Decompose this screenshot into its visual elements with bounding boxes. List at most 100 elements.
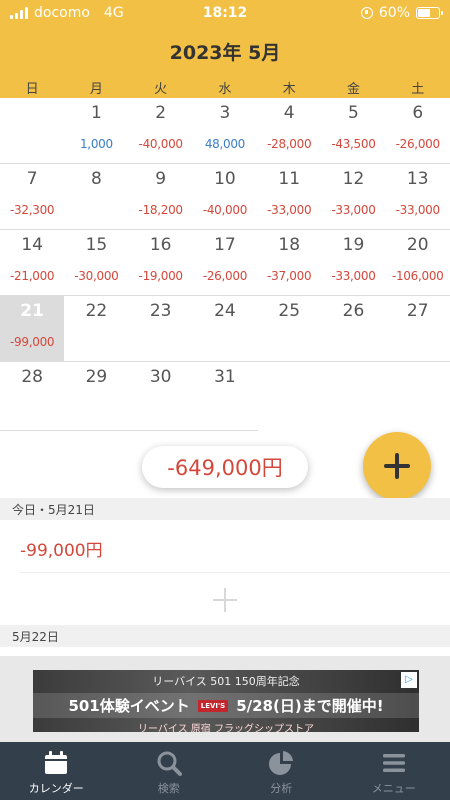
day-amount: -19,000	[138, 269, 184, 283]
tab-label: カレンダー	[28, 782, 84, 795]
battery-icon	[416, 7, 443, 19]
day-number: 23	[149, 301, 172, 321]
day-number: 28	[21, 367, 43, 387]
day-cell[interactable]: 28	[0, 362, 64, 428]
week-row: 1 1,000 2 -40,000 3 48,000 4 -28,000 5 -43,500 6 -2…	[0, 98, 450, 164]
day-cell[interactable]: 26	[321, 296, 385, 361]
day-number: 1	[90, 103, 102, 123]
day-number: 21	[20, 301, 44, 321]
day-number: 13	[406, 169, 429, 189]
next-day-heading: 5月22日	[0, 625, 450, 647]
tab-label: 分析	[270, 782, 293, 795]
day-cell[interactable]: 5 -43,500	[321, 98, 385, 163]
day-amount: -33,000	[331, 203, 376, 217]
day-amount: -33,000	[331, 269, 376, 283]
day-cell[interactable]: 17 -26,000	[193, 230, 257, 295]
ad-banner[interactable]: リーバイス 501 150周年記念 501体験イベント LEVI'S 5/28(…	[33, 670, 419, 732]
day-cell[interactable]: 19 -33,000	[321, 230, 385, 295]
plus-icon	[384, 453, 410, 479]
weekday-label: 火	[154, 81, 168, 97]
day-cell[interactable]: 15 -30,000	[64, 230, 128, 295]
day-amount: -37,000	[267, 269, 312, 283]
day-number: 5	[348, 103, 359, 123]
day-cell[interactable]: 6 -26,000	[386, 98, 450, 163]
day-cell[interactable]: 21 -99,000	[0, 296, 65, 361]
day-number: 27	[406, 301, 429, 321]
day-cell[interactable]: 24	[193, 296, 257, 361]
day-amount: 1,000	[79, 137, 113, 151]
network: 4G	[103, 5, 124, 21]
day-amount: -40,000	[202, 203, 248, 217]
day-number: 20	[406, 235, 429, 255]
day-amount: -21,000	[10, 269, 55, 283]
day-cell[interactable]: 18 -37,000	[257, 230, 321, 295]
weekday-label: 土	[411, 81, 425, 97]
day-amount: -30,000	[74, 269, 119, 283]
day-cell[interactable]: 11 -33,000	[257, 164, 321, 229]
tab-menu[interactable]: メニュー	[338, 742, 450, 800]
day-cell[interactable]: 7 -32,300	[0, 164, 64, 229]
today-section-heading: 今日・5月21日	[0, 498, 450, 520]
day-cell[interactable]: 31	[193, 362, 257, 428]
day-cell[interactable]: 10 -40,000	[193, 164, 257, 229]
day-cell[interactable]: 27	[386, 296, 450, 361]
add-entry-button[interactable]	[363, 432, 431, 500]
day-cell[interactable]: 29	[64, 362, 128, 428]
day-number	[0, 103, 64, 125]
divider	[20, 572, 450, 573]
day-cell[interactable]: 12 -33,000	[321, 164, 385, 229]
tab-label: 検索	[157, 782, 180, 795]
day-cell[interactable]: 3 48,000	[193, 98, 257, 163]
weekday-label: 木	[282, 81, 296, 97]
carrier: docomo	[34, 5, 90, 21]
day-amount: -33,000	[267, 203, 312, 217]
day-number: 2	[155, 103, 167, 123]
day-number: 3	[219, 103, 231, 123]
day-number: 30	[149, 367, 172, 387]
day-cell[interactable]: 22	[64, 296, 128, 361]
day-number	[257, 367, 321, 389]
tab-analysis[interactable]: 分析	[225, 742, 338, 800]
day-cell[interactable]: 4 -28,000	[257, 98, 321, 163]
day-amount: -28,000	[267, 137, 312, 151]
menu-icon	[382, 754, 405, 772]
weekday-label: 日	[25, 81, 39, 97]
day-cell[interactable]: 1 1,000	[64, 98, 128, 163]
day-number: 14	[21, 235, 43, 255]
ad-bottom-text: リーバイス 原宿 フラッグシップストア	[138, 724, 314, 732]
tab-bar: カレンダー 検索 分析 メニュー	[0, 742, 450, 800]
day-number: 29	[85, 367, 108, 387]
calendar-icon	[45, 751, 68, 774]
divider	[0, 430, 258, 431]
day-cell[interactable]: 20 -106,000	[386, 230, 450, 295]
day-number: 24	[214, 301, 236, 321]
empty-cell	[321, 362, 385, 428]
today-amount[interactable]: -99,000円	[20, 536, 103, 561]
day-cell[interactable]: 23	[129, 296, 193, 361]
battery-percent: 60%	[378, 5, 410, 21]
tab-search[interactable]: 検索	[113, 742, 226, 800]
month-title[interactable]: 2023年 5月	[0, 38, 450, 66]
day-cell[interactable]: 14 -21,000	[0, 230, 64, 295]
ad-info-icon[interactable]: ▷	[401, 672, 417, 688]
day-amount: -18,200	[138, 203, 184, 217]
ad-main-row: 501体験イベント LEVI'S 5/28(日)まで開催中!	[33, 693, 419, 718]
day-number: 7	[26, 169, 38, 189]
day-cell[interactable]: 25	[257, 296, 321, 361]
weekday-header: 日 月 火 水 木 金 土	[0, 76, 450, 98]
add-item-icon[interactable]	[213, 588, 237, 612]
weekday-label: 月	[89, 81, 103, 97]
day-cell[interactable]: 13 -33,000	[386, 164, 450, 229]
day-number: 17	[214, 235, 236, 255]
orientation-lock-icon	[360, 7, 373, 19]
monthly-total[interactable]: -649,000円	[142, 446, 308, 488]
calendar-grid: 1 1,000 2 -40,000 3 48,000 4 -28,000 5 -43,500 6 -2…	[0, 98, 450, 432]
day-amount: -26,000	[395, 137, 441, 151]
tab-label: メニュー	[371, 782, 416, 795]
tab-calendar[interactable]: カレンダー	[0, 742, 113, 800]
day-cell[interactable]: 2 -40,000	[129, 98, 193, 163]
day-cell[interactable]: 30	[129, 362, 193, 428]
day-cell[interactable]: 9 -18,200	[129, 164, 193, 229]
day-cell[interactable]: 16 -19,000	[129, 230, 193, 295]
day-cell[interactable]: 8	[64, 164, 128, 229]
